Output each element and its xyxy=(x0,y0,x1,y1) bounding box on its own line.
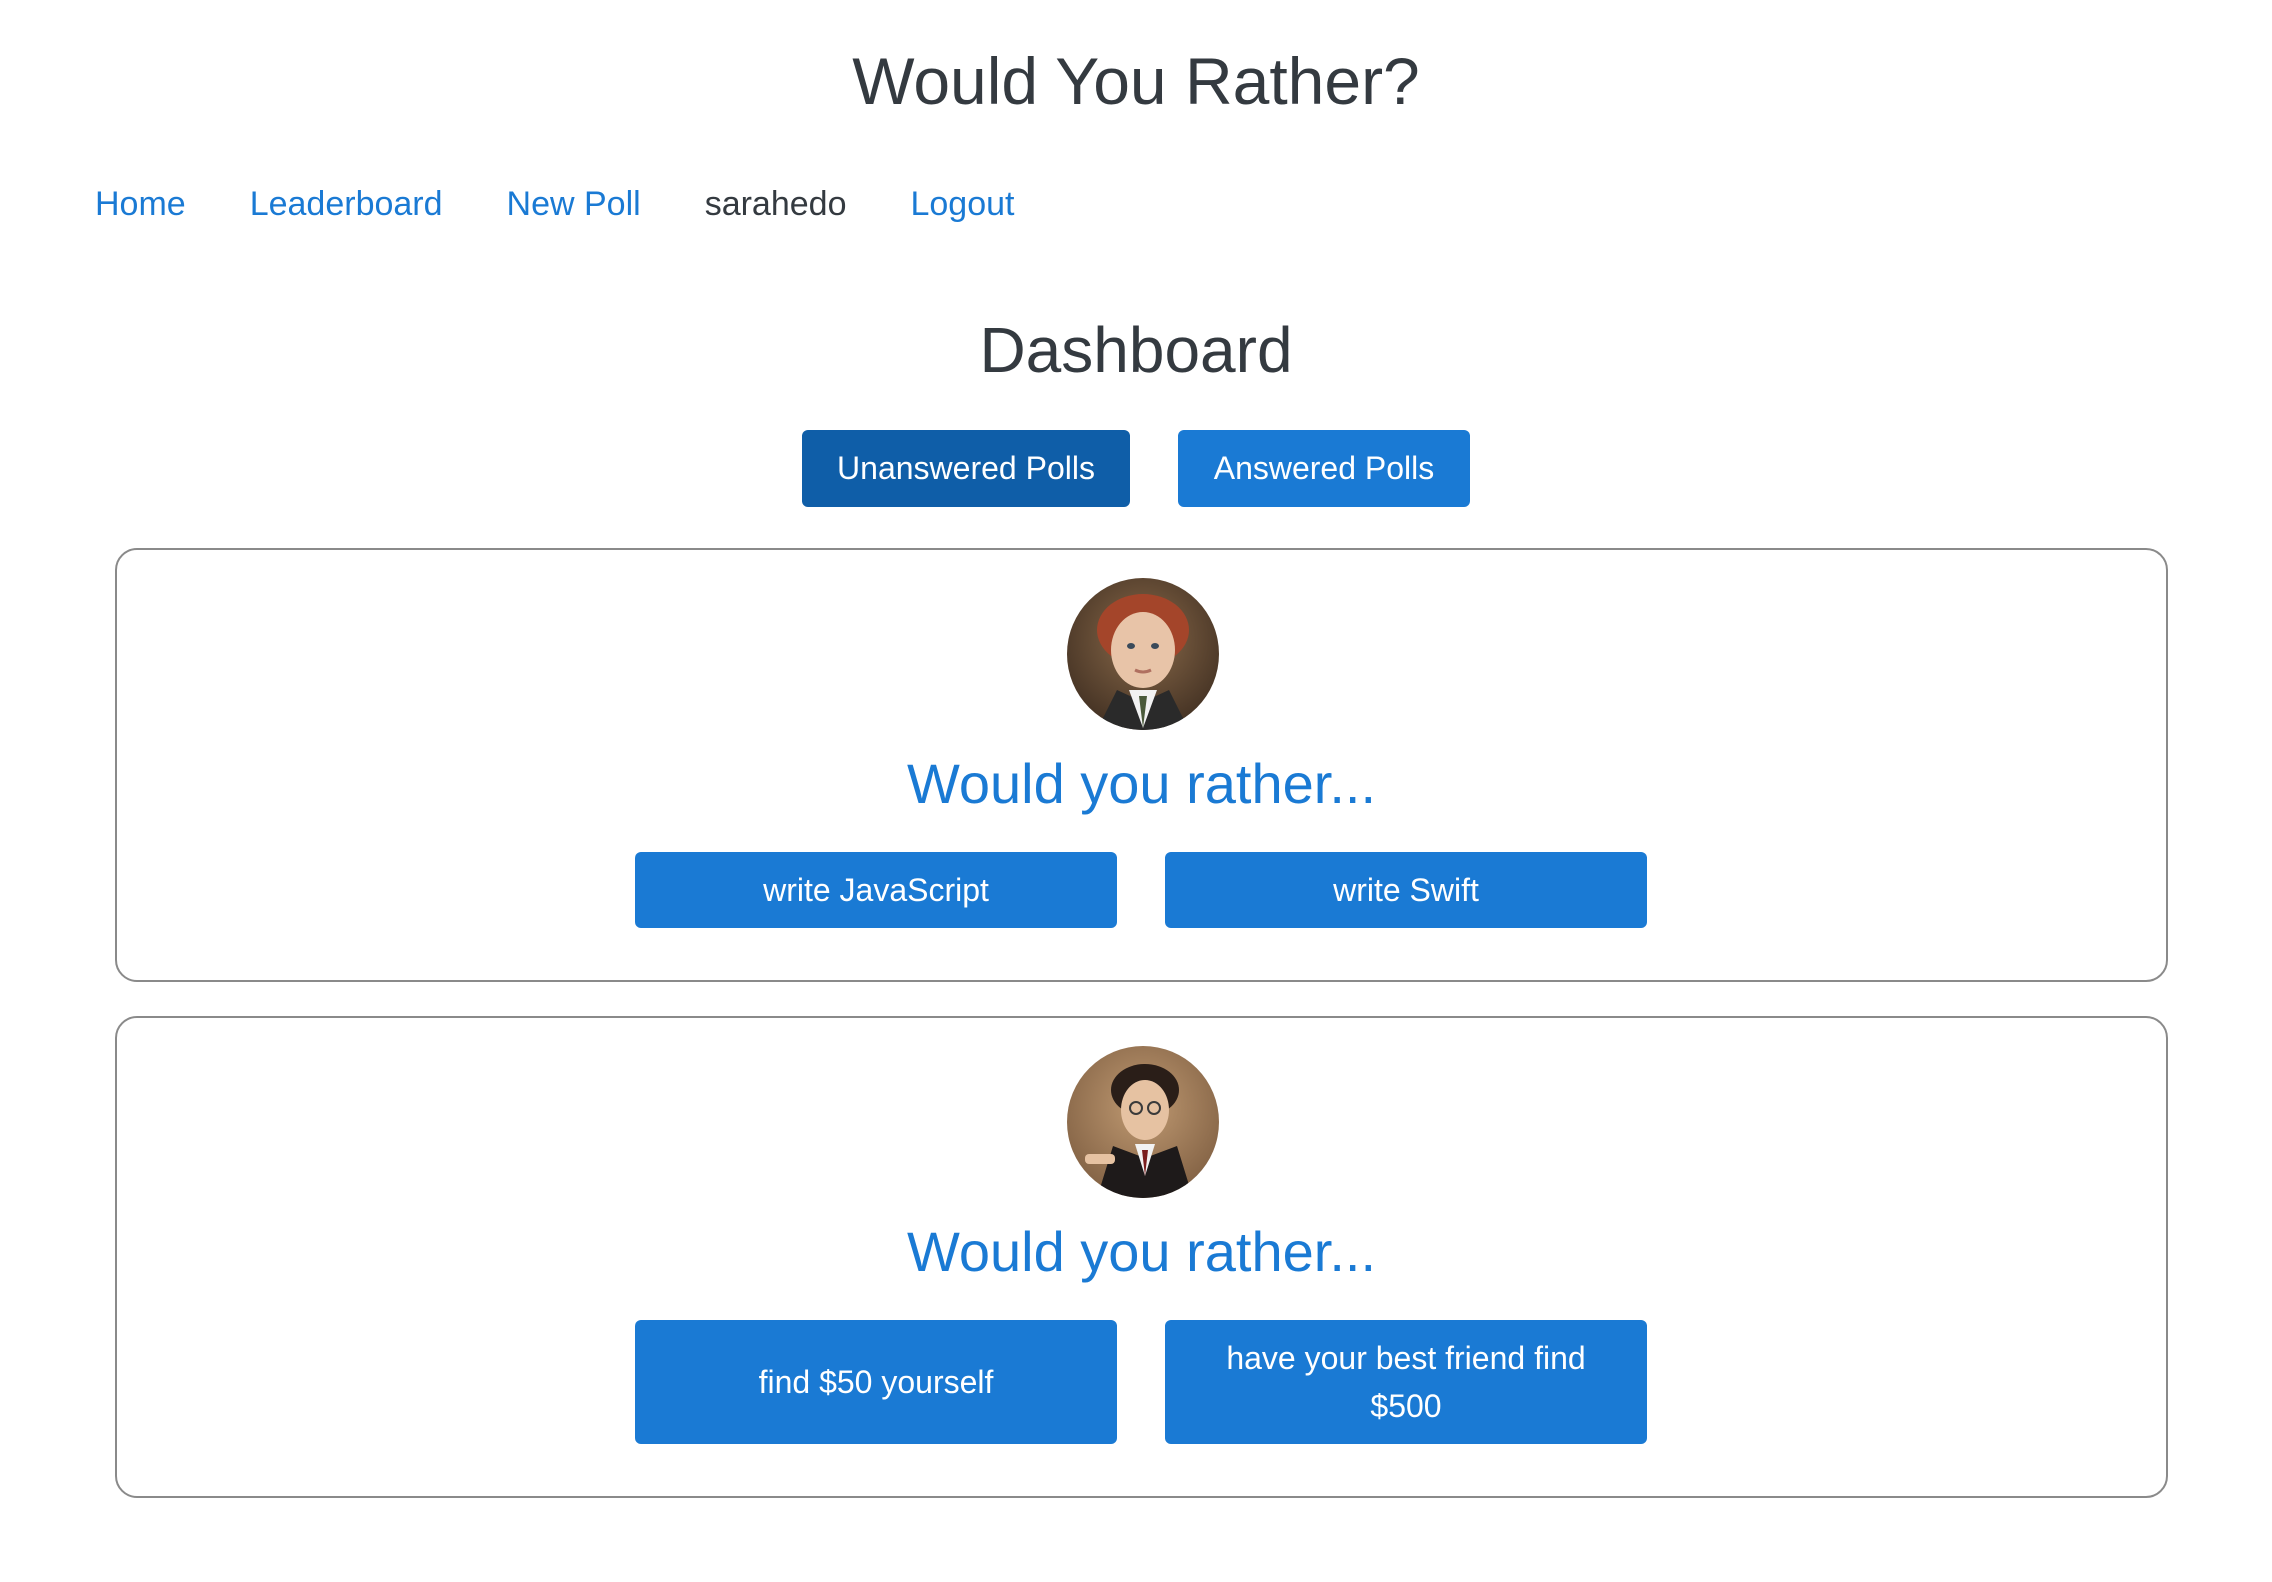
poll-option-two-button[interactable]: have your best friend find $500 xyxy=(1165,1320,1647,1444)
answered-polls-tab[interactable]: Answered Polls xyxy=(1178,430,1470,507)
unanswered-polls-tab[interactable]: Unanswered Polls xyxy=(802,430,1130,507)
nav-home-link[interactable]: Home xyxy=(95,180,186,228)
dashboard-title: Dashboard xyxy=(979,314,1293,386)
poll-question: Would you rather... xyxy=(907,1220,1376,1283)
author-avatar-image xyxy=(1067,1046,1219,1198)
poll-tabs: Unanswered Polls Answered Polls xyxy=(0,430,2272,507)
poll-option-one-button[interactable]: find $50 yourself xyxy=(635,1320,1117,1444)
nav-new-poll-link[interactable]: New Poll xyxy=(507,180,641,228)
poll-question: Would you rather... xyxy=(907,752,1376,815)
app-title: Would You Rather? xyxy=(852,44,1420,118)
main-nav: Home Leaderboard New Poll sarahedo Logou… xyxy=(95,180,1078,228)
nav-logout-link[interactable]: Logout xyxy=(910,180,1014,228)
page: Would You Rather? Home Leaderboard New P… xyxy=(0,0,2272,1582)
poll-option-two-button[interactable]: write Swift xyxy=(1165,852,1647,928)
author-avatar xyxy=(1067,1046,1219,1198)
author-avatar xyxy=(1067,578,1219,730)
poll-options: write JavaScript write Swift xyxy=(635,852,1647,928)
nav-leaderboard-link[interactable]: Leaderboard xyxy=(250,180,443,228)
poll-card: Would you rather... find $50 yourself ha… xyxy=(115,1016,2168,1498)
poll-card: Would you rather... write JavaScript wri… xyxy=(115,548,2168,982)
poll-option-one-button[interactable]: write JavaScript xyxy=(635,852,1117,928)
author-avatar-image xyxy=(1067,578,1219,730)
nav-username: sarahedo xyxy=(704,185,847,223)
poll-options: find $50 yourself have your best friend … xyxy=(635,1320,1647,1444)
